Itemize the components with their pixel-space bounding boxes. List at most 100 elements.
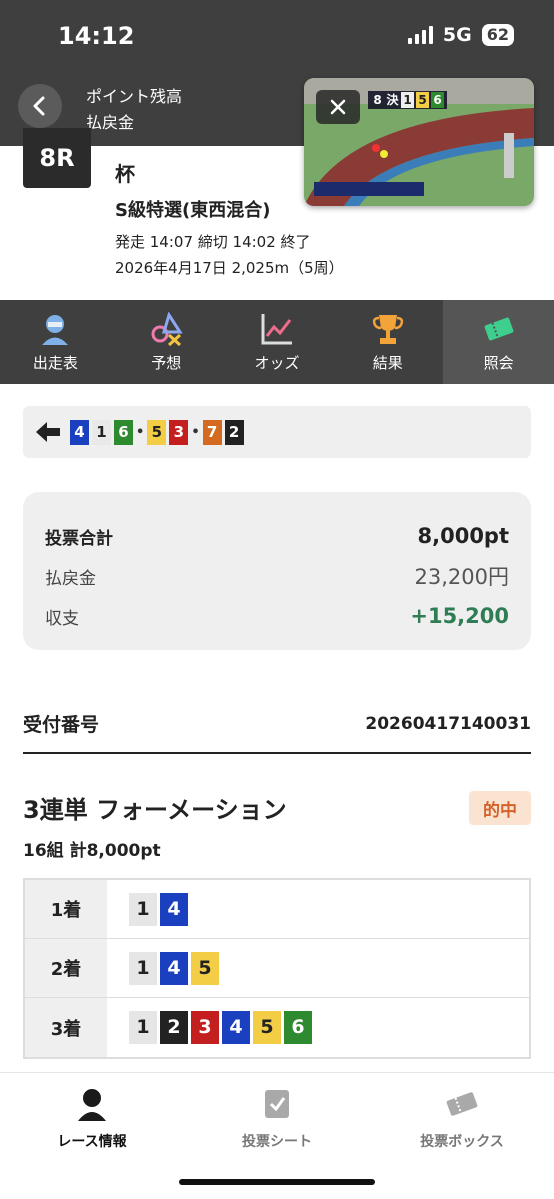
race-nav: 出走表 予想 オッズ 結果 照会 [0,300,554,384]
bracket-number-chip: 6 [284,1011,312,1044]
receipt-label: 受付番号 [23,714,100,736]
finish-number: 1 [92,419,111,445]
finish-number: 4 [70,419,89,445]
tab-race-info[interactable]: レース情報 [17,1087,167,1151]
bracket-number-chip: 5 [253,1011,281,1044]
tab-inquiry[interactable]: 照会 [443,300,554,384]
home-indicator [179,1179,375,1185]
summary-value: +15,200 [410,604,509,628]
bracket-number-chip: 4 [160,951,188,985]
overlay-digit: 1 [401,92,414,108]
summary-value: 23,200円 [414,565,509,589]
network-label: 5G [442,24,472,46]
place-label: 3着 [25,998,107,1057]
tab-prediction[interactable]: 予想 [111,300,222,384]
race-times: 発走 14:07 締切 14:02 終了 [115,233,311,251]
bet-summary-card: 投票合計 8,000pt 払戻金 23,200円 収支 +15,200 [23,492,531,650]
divider [23,752,531,754]
status-badge: 的中 [469,791,531,825]
race-title: 杯 [115,162,135,186]
video-overlay-result: 8 決 1 5 6 [368,91,447,109]
tab-entries[interactable]: 出走表 [0,300,111,384]
formation-table: 1着 14 2着 145 3着 123456 [23,878,531,1059]
bracket-number-chip: 1 [129,892,157,926]
tab-odds[interactable]: オッズ [222,300,333,384]
bracket-number-chip: 3 [191,1011,219,1044]
summary-row-total: 投票合計 8,000pt [45,516,509,556]
close-icon [330,99,346,115]
tab-label: レース情報 [57,1134,127,1150]
chart-line-icon [261,314,292,345]
place-label: 1着 [25,880,107,938]
overlay-race-number: 8 [373,93,382,107]
finish-number: 7 [202,419,222,445]
summary-row-payout: 払戻金 23,200円 [45,556,509,596]
tab-bet-sheet[interactable]: 投票シート [202,1087,352,1151]
bracket-number-chip: 1 [129,1011,157,1044]
place-numbers: 123456 [107,998,529,1057]
ticket-icon [446,1092,478,1116]
combination-count: 16組 計8,000pt [23,841,161,861]
overlay-digit: 5 [416,92,429,108]
checkbox-sheet-icon [265,1090,289,1118]
prediction-icon [151,312,183,346]
bracket-number-chip: 4 [222,1011,250,1044]
header-payout: 払戻金 [86,113,135,132]
finish-number: 6 [114,419,133,445]
ticket-icon [484,317,513,341]
app-screen: 14:12 5G 62 ポイント残高 払戻金 8 決 1 5 6 8R 杯 S級… [0,0,554,1199]
live-video-player[interactable]: 8 決 1 5 6 [304,78,534,206]
bracket-number-chip: 5 [191,951,219,985]
trophy-icon [372,315,403,344]
summary-label: 収支 [45,608,79,629]
tab-label: 投票ボックス [420,1134,504,1150]
place-numbers: 14 [107,880,529,938]
tab-label: オッズ [254,354,300,372]
close-video-button[interactable] [316,90,360,124]
race-class: S級特選(東西混合) [115,200,271,221]
race-number-badge: 8R [23,128,91,188]
back-button[interactable] [18,84,62,128]
tab-results[interactable]: 結果 [332,300,443,384]
battery-icon: 62 [481,24,514,46]
tab-label: 照会 [483,354,514,372]
receipt-number-row: 受付番号 20260417140031 [23,710,531,737]
line-separator: • [136,424,145,440]
overlay-digit: 6 [431,92,444,108]
place-numbers: 145 [107,939,529,997]
status-time: 14:12 [58,22,135,50]
line-separator: • [191,424,200,440]
table-row: 3着 123456 [25,998,529,1057]
finish-number: 2 [224,419,244,445]
tab-label: 予想 [151,354,182,372]
tab-label: 投票シート [242,1134,312,1150]
bracket-number-chip: 1 [129,951,157,985]
header-point-balance: ポイント残高 [86,87,183,106]
bracket-number-chip: 2 [160,1011,188,1044]
racer-icon [42,315,69,345]
summary-row-balance: 収支 +15,200 [45,596,509,636]
finish-order-strip: 4 1 6 • 5 3 • 7 2 [23,406,531,458]
chevron-left-icon [33,96,45,116]
tab-label: 結果 [372,354,403,372]
place-label: 2着 [25,939,107,997]
tab-bet-box[interactable]: 投票ボックス [387,1087,537,1151]
finish-number: 3 [169,419,189,445]
arrow-left-icon [36,422,60,442]
status-icons: 5G 62 [407,24,514,46]
tab-label: 出走表 [32,354,78,372]
bracket-number-chip: 4 [160,892,188,926]
overlay-final-label: 決 [386,93,399,107]
summary-label: 投票合計 [45,528,113,549]
race-date-distance: 2026年4月17日 2,025m（5周） [115,259,344,277]
summary-value: 8,000pt [417,524,510,548]
bet-type-title: 3連単 フォーメーション [23,796,287,824]
finish-number: 5 [147,419,167,445]
table-row: 2着 145 [25,939,529,998]
receipt-value: 20260417140031 [365,713,531,734]
table-row: 1着 14 [25,880,529,939]
header-text: ポイント残高 払戻金 [86,84,182,136]
signal-icon [407,26,433,44]
summary-label: 払戻金 [45,568,96,589]
racer-icon [78,1089,106,1121]
